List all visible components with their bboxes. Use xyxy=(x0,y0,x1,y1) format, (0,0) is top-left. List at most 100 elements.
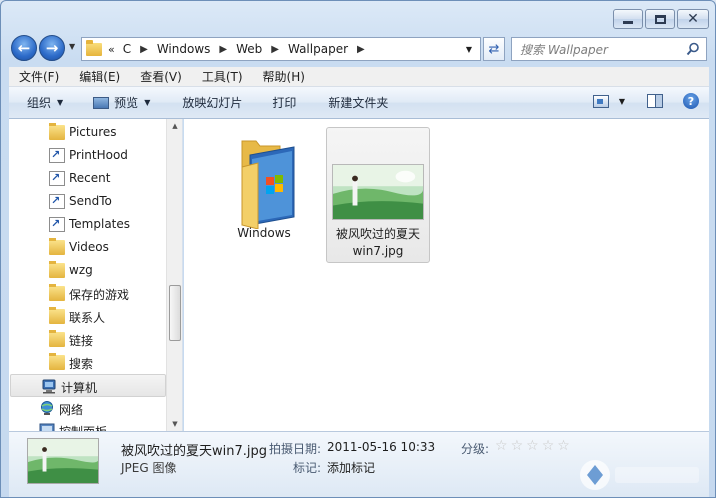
tree-item-sendto[interactable]: SendTo xyxy=(9,190,169,213)
contacts-icon xyxy=(49,307,65,324)
tree-item-links[interactable]: 链接 xyxy=(9,328,169,351)
help-icon[interactable]: ? xyxy=(683,93,699,109)
close-button[interactable]: ✕ xyxy=(677,9,709,29)
tree-item-recent[interactable]: Recent xyxy=(9,167,169,190)
close-icon: ✕ xyxy=(687,11,699,27)
minimize-button[interactable] xyxy=(613,9,643,29)
navigation-bar: ← → ▼ « C ▶ Windows ▶ Web ▶ Wallpaper ▶ ▼ ⇄ … xyxy=(9,33,709,63)
refresh-button[interactable]: ⇄ xyxy=(483,37,505,61)
maximize-button[interactable] xyxy=(645,9,675,29)
back-button[interactable]: ← xyxy=(11,35,37,61)
breadcrumb-c[interactable]: C ▶ xyxy=(123,42,157,56)
searches-icon xyxy=(49,353,65,370)
tree-item-control-panel[interactable]: 控制面板 xyxy=(9,419,169,431)
star-icon[interactable]: ☆ xyxy=(511,439,524,453)
tree-item-printhood[interactable]: PrintHood xyxy=(9,144,169,167)
new-folder-button[interactable]: 新建文件夹 xyxy=(306,87,398,118)
control-panel-icon xyxy=(39,423,55,431)
file-name: Windows xyxy=(237,226,291,240)
navigation-pane: Pictures PrintHood Recent SendTo Templat… xyxy=(9,119,183,431)
file-item-wallpaper-jpg[interactable]: 被风吹过的夏天 win7.jpg xyxy=(326,127,430,263)
command-bar-right: ▼ ? xyxy=(592,93,699,109)
tree-item-wzg[interactable]: wzg xyxy=(9,259,169,282)
scroll-down-icon[interactable]: ▼ xyxy=(167,417,182,431)
breadcrumb-overflow[interactable]: « xyxy=(108,43,115,56)
print-button[interactable]: 打印 xyxy=(252,87,306,118)
chevron-down-icon[interactable]: ▼ xyxy=(619,97,625,106)
search-input[interactable]: 搜索 Wallpaper xyxy=(520,41,608,58)
command-bar: 组织 ▼ 预览 ▼ 放映幻灯片 打印 新建文件夹 ▼ ? xyxy=(9,87,709,119)
star-icon[interactable]: ☆ xyxy=(557,439,570,453)
menu-view[interactable]: 查看(V) xyxy=(130,68,192,85)
menu-file[interactable]: 文件(F) xyxy=(9,68,69,85)
address-bar[interactable]: « C ▶ Windows ▶ Web ▶ Wallpaper ▶ ▼ xyxy=(81,37,481,61)
links-icon xyxy=(49,330,65,347)
arrow-right-icon: → xyxy=(45,39,59,57)
tree-item-pictures[interactable]: Pictures xyxy=(9,121,169,144)
slideshow-button[interactable]: 放映幻灯片 xyxy=(160,87,252,118)
star-icon[interactable]: ☆ xyxy=(495,439,508,453)
recent-pages-dropdown[interactable]: ▼ xyxy=(69,42,75,51)
details-thumbnail xyxy=(27,438,99,484)
address-dropdown-icon[interactable]: ▼ xyxy=(466,45,472,54)
details-date-value[interactable]: 2011-05-16 10:33 xyxy=(327,440,435,454)
tree-item-videos[interactable]: Videos xyxy=(9,236,169,259)
details-tags-label: 标记: xyxy=(293,461,322,475)
shortcut-icon xyxy=(49,217,65,232)
search-icon[interactable] xyxy=(686,42,700,56)
tree-item-network[interactable]: 网络 xyxy=(9,397,169,420)
tree-item-contacts[interactable]: 联系人 xyxy=(9,305,169,328)
breadcrumb-separator-icon[interactable]: ▶ xyxy=(357,44,365,55)
organize-button[interactable]: 组织 ▼ xyxy=(9,87,73,118)
file-list: Windows 被风吹过的夏天 win7.jpg xyxy=(184,119,709,431)
rating-stars[interactable]: ☆ ☆ ☆ ☆ ☆ xyxy=(495,439,570,453)
preview-icon xyxy=(93,96,110,109)
breadcrumb-web[interactable]: Web ▶ xyxy=(236,42,288,56)
star-icon[interactable]: ☆ xyxy=(542,439,555,453)
nav-scrollbar[interactable]: ▲ ▼ xyxy=(166,119,182,431)
chevron-down-icon: ▼ xyxy=(69,42,76,51)
refresh-icon: ⇄ xyxy=(488,41,500,57)
menu-help[interactable]: 帮助(H) xyxy=(253,68,315,85)
wallpaper-thumbnail xyxy=(332,164,424,220)
saved-games-icon xyxy=(49,284,65,301)
breadcrumb-separator-icon[interactable]: ▶ xyxy=(140,44,148,55)
preview-pane-icon[interactable] xyxy=(647,94,663,108)
site-watermark-logo xyxy=(580,460,699,490)
file-name-line2: win7.jpg xyxy=(352,244,404,258)
folder-icon xyxy=(49,123,65,140)
details-file-name: 被风吹过的夏天win7.jpg xyxy=(121,444,268,459)
menu-edit[interactable]: 编辑(E) xyxy=(69,68,130,85)
computer-icon xyxy=(42,379,56,394)
preview-button[interactable]: 预览 ▼ xyxy=(73,87,160,118)
tree-item-saved-games[interactable]: 保存的游戏 xyxy=(9,282,169,305)
details-tags-value[interactable]: 添加标记 xyxy=(327,459,375,476)
details-date-label: 拍摄日期: xyxy=(269,442,322,456)
tree-item-computer[interactable]: 计算机 xyxy=(10,374,166,397)
maximize-icon xyxy=(654,14,666,24)
explorer-window: ✕ ← → ▼ « C ▶ Windows ▶ Web ▶ Wallpaper ▶ ▼ … xyxy=(0,0,716,498)
menu-tools[interactable]: 工具(T) xyxy=(192,68,253,85)
breadcrumb-wallpaper[interactable]: Wallpaper ▶ xyxy=(288,42,374,56)
shortcut-icon xyxy=(49,171,65,186)
details-rating-label: 分级: xyxy=(461,442,490,456)
details-file-type: JPEG 图像 xyxy=(121,461,177,475)
scroll-thumb[interactable] xyxy=(169,285,181,341)
file-item-windows-folder[interactable]: Windows xyxy=(212,127,316,263)
network-icon xyxy=(41,401,53,415)
scroll-up-icon[interactable]: ▲ xyxy=(167,119,182,133)
breadcrumb-separator-icon[interactable]: ▶ xyxy=(219,44,227,55)
change-view-icon[interactable] xyxy=(592,94,609,108)
breadcrumb-windows[interactable]: Windows ▶ xyxy=(157,42,236,56)
minimize-icon xyxy=(623,20,633,24)
folder-icon xyxy=(49,238,65,255)
breadcrumb-separator-icon[interactable]: ▶ xyxy=(271,44,279,55)
star-icon[interactable]: ☆ xyxy=(526,439,539,453)
tree-item-searches[interactable]: 搜索 xyxy=(9,351,169,374)
shortcut-icon xyxy=(49,148,65,163)
search-box[interactable]: 搜索 Wallpaper xyxy=(511,37,707,61)
forward-button[interactable]: → xyxy=(39,35,65,61)
tree-item-templates[interactable]: Templates xyxy=(9,213,169,236)
window-controls: ✕ xyxy=(613,9,709,29)
arrow-left-icon: ← xyxy=(17,39,31,57)
